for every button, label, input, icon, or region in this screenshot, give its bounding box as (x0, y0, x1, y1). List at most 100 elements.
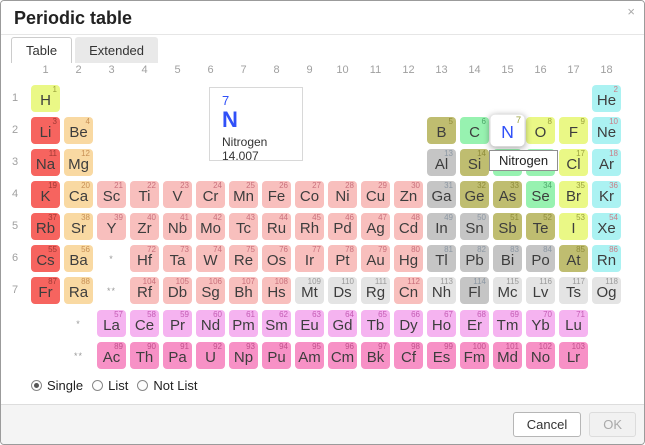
element-cell-mn[interactable]: 25Mn (229, 181, 258, 208)
element-cell-f[interactable]: 9F (559, 117, 588, 144)
element-cell-b[interactable]: 5B (427, 117, 456, 144)
element-cell-cf[interactable]: 98Cf (394, 342, 423, 369)
element-cell-hg[interactable]: 80Hg (394, 245, 423, 272)
element-cell-ds[interactable]: 110Ds (328, 277, 357, 304)
element-cell-pt[interactable]: 78Pt (328, 245, 357, 272)
element-cell-tc[interactable]: 43Tc (229, 213, 258, 240)
element-cell-ra[interactable]: 88Ra (64, 277, 93, 304)
element-cell-no[interactable]: 102No (526, 342, 555, 369)
element-cell-sr[interactable]: 38Sr (64, 213, 93, 240)
element-cell-sg[interactable]: 106Sg (196, 277, 225, 304)
element-cell-fe[interactable]: 26Fe (262, 181, 291, 208)
element-cell-eu[interactable]: 63Eu (295, 310, 324, 337)
element-cell-db[interactable]: 105Db (163, 277, 192, 304)
element-cell-mo[interactable]: 42Mo (196, 213, 225, 240)
element-cell-zr[interactable]: 40Zr (130, 213, 159, 240)
element-cell-ca[interactable]: 20Ca (64, 181, 93, 208)
element-cell-cl[interactable]: 17Cl (559, 149, 588, 176)
element-cell-rn[interactable]: 86Rn (592, 245, 621, 272)
element-cell-at[interactable]: 85At (559, 245, 588, 272)
element-cell-u[interactable]: 92U (196, 342, 225, 369)
element-cell-cr[interactable]: 24Cr (196, 181, 225, 208)
element-cell-as[interactable]: 33As (493, 181, 522, 208)
element-cell-ce[interactable]: 58Ce (130, 310, 159, 337)
element-cell-rh[interactable]: 45Rh (295, 213, 324, 240)
element-cell-ti[interactable]: 22Ti (130, 181, 159, 208)
element-cell-og[interactable]: 118Og (592, 277, 621, 304)
element-cell-ag[interactable]: 47Ag (361, 213, 390, 240)
element-cell-la[interactable]: 57La (97, 310, 126, 337)
element-cell-es[interactable]: 99Es (427, 342, 456, 369)
element-cell-nb[interactable]: 41Nb (163, 213, 192, 240)
element-cell-au[interactable]: 79Au (361, 245, 390, 272)
element-cell-nh[interactable]: 113Nh (427, 277, 456, 304)
element-cell-ir[interactable]: 77Ir (295, 245, 324, 272)
element-cell-te[interactable]: 52Te (526, 213, 555, 240)
element-cell-pa[interactable]: 91Pa (163, 342, 192, 369)
element-cell-sn[interactable]: 50Sn (460, 213, 489, 240)
element-cell-cm[interactable]: 96Cm (328, 342, 357, 369)
element-cell-md[interactable]: 101Md (493, 342, 522, 369)
element-cell-ru[interactable]: 44Ru (262, 213, 291, 240)
element-cell-sm[interactable]: 62Sm (262, 310, 291, 337)
element-cell-cn[interactable]: 112Cn (394, 277, 423, 304)
element-cell-pm[interactable]: 61Pm (229, 310, 258, 337)
element-cell-i[interactable]: 53I (559, 213, 588, 240)
element-cell-re[interactable]: 75Re (229, 245, 258, 272)
element-cell-ne[interactable]: 10Ne (592, 117, 621, 144)
element-cell-na[interactable]: 11Na (31, 149, 60, 176)
element-cell-w[interactable]: 74W (196, 245, 225, 272)
element-cell-pr[interactable]: 59Pr (163, 310, 192, 337)
element-cell-fl[interactable]: 114Fl (460, 277, 489, 304)
element-cell-li[interactable]: 3Li (31, 117, 60, 144)
element-cell-n[interactable]: 7N (490, 115, 524, 147)
element-cell-he[interactable]: 2He (592, 85, 621, 112)
element-cell-gd[interactable]: 64Gd (328, 310, 357, 337)
element-cell-ar[interactable]: 18Ar (592, 149, 621, 176)
element-cell-o[interactable]: 8O (526, 117, 555, 144)
element-cell-mt[interactable]: 109Mt (295, 277, 324, 304)
element-cell-pd[interactable]: 46Pd (328, 213, 357, 240)
element-cell-dy[interactable]: 66Dy (394, 310, 423, 337)
radio-list[interactable]: List (92, 378, 128, 393)
element-cell-in[interactable]: 49In (427, 213, 456, 240)
element-cell-np[interactable]: 93Np (229, 342, 258, 369)
element-cell-sb[interactable]: 51Sb (493, 213, 522, 240)
radio-not-list[interactable]: Not List (137, 378, 197, 393)
element-cell-c[interactable]: 6C (460, 117, 489, 144)
element-cell-bk[interactable]: 97Bk (361, 342, 390, 369)
element-cell-lv[interactable]: 116Lv (526, 277, 555, 304)
element-cell-sc[interactable]: 21Sc (97, 181, 126, 208)
element-cell-ho[interactable]: 67Ho (427, 310, 456, 337)
element-cell-yb[interactable]: 70Yb (526, 310, 555, 337)
cancel-button[interactable]: Cancel (513, 412, 581, 438)
element-cell-fm[interactable]: 100Fm (460, 342, 489, 369)
element-cell-mg[interactable]: 12Mg (64, 149, 93, 176)
element-cell-tm[interactable]: 69Tm (493, 310, 522, 337)
element-cell-nd[interactable]: 60Nd (196, 310, 225, 337)
element-cell-rf[interactable]: 104Rf (130, 277, 159, 304)
element-cell-ge[interactable]: 32Ge (460, 181, 489, 208)
element-cell-si[interactable]: 14Si (460, 149, 489, 176)
element-cell-br[interactable]: 35Br (559, 181, 588, 208)
element-cell-rb[interactable]: 37Rb (31, 213, 60, 240)
element-cell-hf[interactable]: 72Hf (130, 245, 159, 272)
element-cell-fr[interactable]: 87Fr (31, 277, 60, 304)
element-cell-cu[interactable]: 29Cu (361, 181, 390, 208)
element-cell-ta[interactable]: 73Ta (163, 245, 192, 272)
element-cell-cs[interactable]: 55Cs (31, 245, 60, 272)
element-cell-bh[interactable]: 107Bh (229, 277, 258, 304)
element-cell-ni[interactable]: 28Ni (328, 181, 357, 208)
element-cell-po[interactable]: 84Po (526, 245, 555, 272)
element-cell-ac[interactable]: 89Ac (97, 342, 126, 369)
element-cell-v[interactable]: 23V (163, 181, 192, 208)
element-cell-hs[interactable]: 108Hs (262, 277, 291, 304)
element-cell-mc[interactable]: 115Mc (493, 277, 522, 304)
element-cell-rg[interactable]: 111Rg (361, 277, 390, 304)
radio-single[interactable]: Single (31, 378, 83, 393)
element-cell-co[interactable]: 27Co (295, 181, 324, 208)
element-cell-tb[interactable]: 65Tb (361, 310, 390, 337)
element-cell-h[interactable]: 1H (31, 85, 60, 112)
element-cell-cd[interactable]: 48Cd (394, 213, 423, 240)
element-cell-ga[interactable]: 31Ga (427, 181, 456, 208)
